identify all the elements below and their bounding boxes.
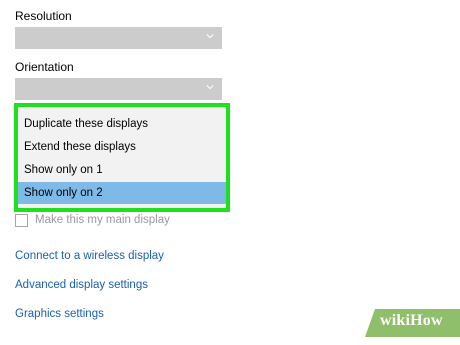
chevron-down-icon xyxy=(206,85,214,90)
orientation-label: Orientation xyxy=(15,60,74,74)
main-display-checkbox[interactable] xyxy=(15,213,28,227)
advanced-display-settings-link[interactable]: Advanced display settings xyxy=(15,279,148,291)
graphics-settings-link[interactable]: Graphics settings xyxy=(15,308,104,320)
watermark-text: wikiHow xyxy=(380,312,443,329)
chevron-down-icon xyxy=(206,34,214,39)
main-display-checkbox-row[interactable]: Make this my main display xyxy=(15,212,170,228)
main-display-checkbox-label: Make this my main display xyxy=(35,214,170,226)
dropdown-item-extend[interactable]: Extend these displays xyxy=(18,136,226,158)
multiple-displays-dropdown[interactable]: Duplicate these displays Extend these di… xyxy=(14,103,230,212)
dropdown-item-duplicate[interactable]: Duplicate these displays xyxy=(18,113,226,135)
dropdown-item-show-only-2[interactable]: Show only on 2 xyxy=(18,182,226,204)
dropdown-item-show-only-1[interactable]: Show only on 1 xyxy=(18,159,226,181)
wikihow-watermark: wikiHow xyxy=(365,309,460,337)
orientation-select[interactable] xyxy=(15,78,222,100)
resolution-select[interactable] xyxy=(15,27,222,49)
resolution-label: Resolution xyxy=(15,9,72,23)
connect-wireless-display-link[interactable]: Connect to a wireless display xyxy=(15,250,164,262)
